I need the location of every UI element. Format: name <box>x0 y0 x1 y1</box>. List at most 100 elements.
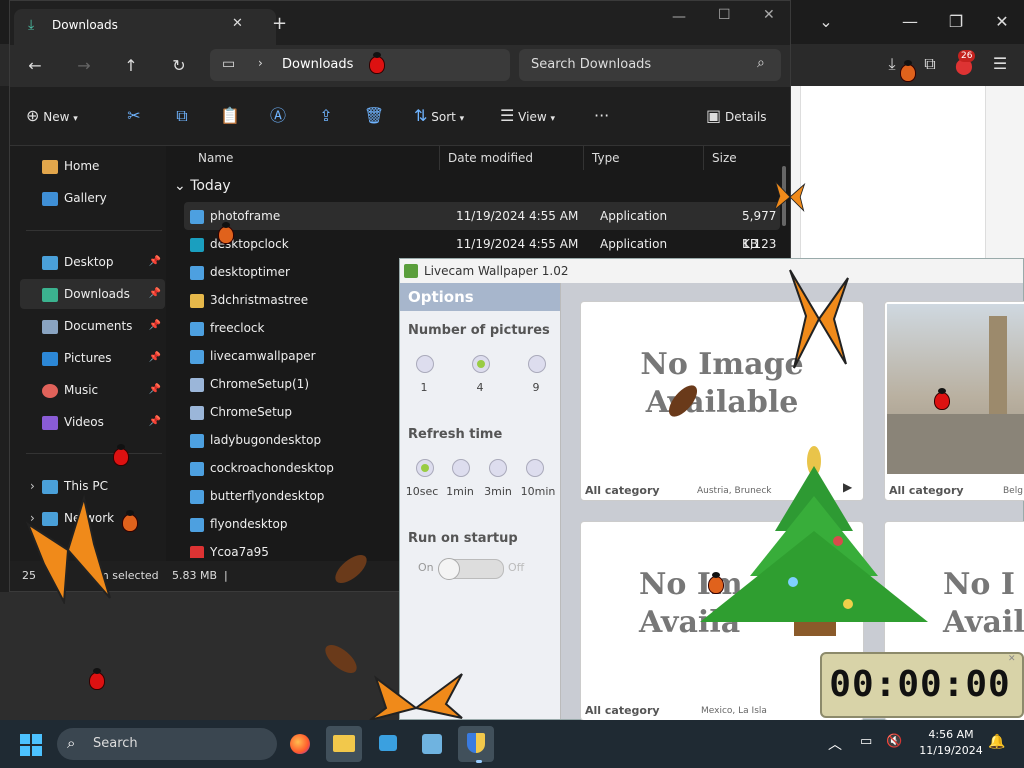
new-tab-icon[interactable]: + <box>272 13 287 34</box>
livecam-taskbar-button[interactable] <box>414 726 450 762</box>
desktop-clock-widget[interactable]: 00:00:00 ✕ <box>820 652 1024 718</box>
file-row[interactable]: desktopclock 11/19/2024 4:55 AM Applicat… <box>184 230 780 279</box>
butterfly-wing <box>413 673 463 719</box>
refresh-radio-10sec[interactable] <box>416 459 434 477</box>
clock-time[interactable]: 4:56 AM <box>916 728 986 741</box>
cut-icon[interactable]: ✂ <box>122 106 146 126</box>
breadcrumb-downloads[interactable]: Downloads <box>282 57 353 72</box>
ornament <box>788 577 798 587</box>
view-button[interactable]: ☰ View ▾ <box>500 106 555 129</box>
delete-icon[interactable]: 🗑 <box>362 106 386 126</box>
file-date: 11/19/2024 4:55 AM <box>456 237 579 251</box>
butterfly-wing <box>25 521 70 604</box>
pin-icon: 📌 <box>148 320 161 331</box>
refresh-icon[interactable]: ↻ <box>164 51 194 81</box>
tab-close-icon[interactable]: ✕ <box>232 16 243 31</box>
refresh-time-heading: Refresh time <box>408 427 503 442</box>
notification-bell-icon[interactable]: 🔔 <box>988 734 1005 750</box>
app-icon <box>379 735 397 751</box>
sidebar-item-videos[interactable]: Videos 📌 <box>20 407 165 437</box>
new-button[interactable]: ⊕ New ▾ <box>26 106 78 129</box>
copy-icon[interactable]: ⧉ <box>170 106 194 126</box>
uac-taskbar-button[interactable] <box>458 726 494 762</box>
search-input[interactable]: Search Downloads ⌕ <box>519 49 781 81</box>
sidebar-item-music[interactable]: Music 📌 <box>20 375 165 405</box>
tab-list-chevron-icon[interactable]: ⌄ <box>814 10 838 34</box>
maximize-icon[interactable]: ☐ <box>718 7 731 23</box>
refresh-radio-3min[interactable] <box>489 459 507 477</box>
sort-button[interactable]: ⇅ Sort ▾ <box>414 106 464 129</box>
back-icon[interactable]: ← <box>20 51 50 81</box>
options-title: Options <box>400 283 560 311</box>
details-button[interactable]: ▣ Details <box>706 106 767 127</box>
close-icon[interactable]: ✕ <box>763 7 775 23</box>
start-button[interactable] <box>20 734 42 756</box>
file-type: Application <box>600 209 668 223</box>
chevron-down-icon: ▾ <box>550 114 556 124</box>
close-icon[interactable]: ✕ <box>1008 654 1016 664</box>
address-bar[interactable]: ▭ › Downloads <box>210 49 510 81</box>
app-taskbar-button[interactable] <box>370 726 406 762</box>
details-pane-icon: ▣ <box>706 106 722 125</box>
folder-icon <box>190 293 204 308</box>
menu-icon[interactable]: ☰ <box>988 52 1012 76</box>
livecam-titlebar: Livecam Wallpaper 1.02 <box>400 259 1023 283</box>
minimize-icon[interactable]: — <box>672 9 686 25</box>
rename-icon[interactable]: Ⓐ <box>266 106 290 126</box>
download-arrow-icon: ⤓ <box>28 17 35 33</box>
explorer-tabbar: ⤓ Downloads ✕ + — ☐ ✕ <box>10 1 790 45</box>
column-header-name[interactable]: Name <box>190 146 440 170</box>
search-placeholder: Search Downloads <box>531 57 652 72</box>
sidebar-item-documents[interactable]: Documents 📌 <box>20 311 165 341</box>
share-icon[interactable]: ⇪ <box>314 106 338 126</box>
extensions-icon[interactable]: ⧉ <box>918 52 942 76</box>
explorer-taskbar-button[interactable] <box>326 726 362 762</box>
up-icon[interactable]: ↑ <box>116 51 146 81</box>
refresh-label-10sec: 10sec <box>405 485 439 498</box>
installer-icon <box>190 377 204 392</box>
christmas-tree-decoration <box>700 446 928 636</box>
restore-icon[interactable]: ❐ <box>944 10 968 34</box>
minimize-icon[interactable]: — <box>898 10 922 34</box>
file-row[interactable]: photoframe 11/19/2024 4:55 AM Applicatio… <box>184 202 780 251</box>
application-icon <box>190 461 204 476</box>
firefox-taskbar-button[interactable] <box>282 726 318 762</box>
livecam-app-icon <box>404 264 418 278</box>
chevron-up-icon[interactable]: ︿ <box>828 734 842 754</box>
shield-icon <box>467 733 485 753</box>
installer-icon <box>190 405 204 420</box>
clock-date[interactable]: 11/19/2024 <box>916 744 986 757</box>
close-icon[interactable]: ✕ <box>990 10 1014 34</box>
tower-shape <box>989 316 1007 416</box>
sidebar-item-gallery[interactable]: Gallery <box>20 183 165 213</box>
group-header-today[interactable]: ⌄ Today <box>174 178 231 194</box>
refresh-radio-1min[interactable] <box>452 459 470 477</box>
sidebar-item-downloads[interactable]: Downloads 📌 <box>20 279 165 309</box>
paste-icon[interactable]: 📋 <box>218 106 242 126</box>
butterfly-decoration <box>369 673 463 720</box>
pictures-radio-4[interactable] <box>472 355 490 373</box>
run-on-startup-heading: Run on startup <box>408 531 518 546</box>
forward-icon[interactable]: → <box>69 51 99 81</box>
column-header-size[interactable]: Size <box>704 146 790 170</box>
selected-size: 5.83 MB <box>172 569 218 582</box>
videos-icon <box>42 415 58 430</box>
file-name: photoframe <box>210 209 281 223</box>
network-icon[interactable]: ▭ <box>860 734 872 749</box>
application-icon <box>190 489 204 504</box>
volume-mute-icon[interactable]: 🔇 <box>886 734 902 749</box>
view-label: View <box>518 110 547 124</box>
sidebar-item-desktop[interactable]: Desktop 📌 <box>20 247 165 277</box>
column-header-date[interactable]: Date modified <box>440 146 584 170</box>
ladybug-decoration <box>934 388 950 410</box>
refresh-radio-10min[interactable] <box>526 459 544 477</box>
startup-toggle[interactable]: On Off <box>418 558 530 580</box>
tab-downloads[interactable]: ⤓ Downloads ✕ <box>14 9 276 45</box>
pictures-radio-9[interactable] <box>528 355 546 373</box>
sidebar-item-pictures[interactable]: Pictures 📌 <box>20 343 165 373</box>
column-header-type[interactable]: Type <box>584 146 704 170</box>
taskbar-search[interactable]: ⌕ Search <box>57 728 277 760</box>
more-button[interactable]: ··· <box>594 106 609 126</box>
pictures-radio-1[interactable] <box>416 355 434 373</box>
sidebar-item-home[interactable]: Home <box>20 151 165 181</box>
